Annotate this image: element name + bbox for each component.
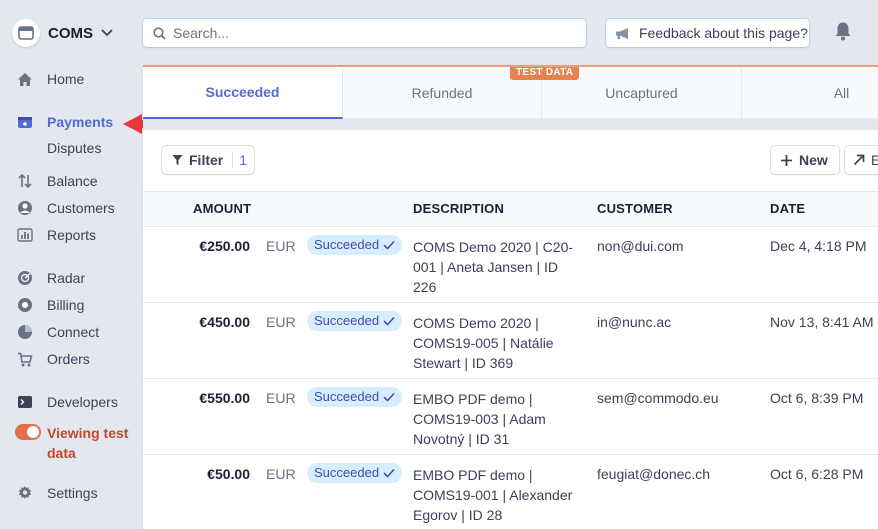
sidebar-item-home[interactable]: Home — [17, 71, 84, 87]
test-data-badge: TEST DATA — [510, 67, 580, 80]
column-customer[interactable]: CUSTOMER — [597, 192, 673, 226]
terminal-icon — [17, 394, 33, 410]
column-date[interactable]: DATE — [770, 192, 805, 226]
customer-cell: in@nunc.ac — [597, 314, 672, 330]
customer-cell: non@dui.com — [597, 238, 684, 254]
gear-icon — [17, 485, 33, 501]
amount-cell: €550.00 — [199, 390, 250, 406]
sidebar-item-orders[interactable]: Orders — [17, 351, 90, 367]
payments-icon — [17, 114, 33, 130]
connect-icon — [17, 324, 33, 340]
test-data-toggle[interactable]: Viewing test data — [15, 423, 142, 463]
reports-icon — [17, 227, 33, 243]
feedback-label: Feedback about this page? — [639, 25, 808, 41]
org-name: COMS — [48, 24, 93, 42]
tab-divider-band — [143, 119, 878, 130]
customer-cell: sem@commodo.eu — [597, 390, 719, 406]
amount-cell: €250.00 — [199, 238, 250, 254]
checkmark-icon — [383, 468, 395, 478]
amount-cell: €50.00 — [207, 466, 250, 482]
description-cell: EMBO PDF demo | COMS19-003 | Adam Novotn… — [413, 391, 546, 447]
filter-button[interactable]: Filter 1 — [162, 146, 254, 174]
amount-cell: €450.00 — [199, 314, 250, 330]
table-row[interactable]: €50.00 EUR Succeeded EMBO PDF demo | COM… — [143, 455, 878, 529]
sidebar-item-radar[interactable]: Radar — [17, 270, 85, 286]
search-box[interactable] — [143, 19, 586, 47]
description-cell: COMS Demo 2020 | C20-001 | Aneta Jansen … — [413, 239, 574, 295]
customer-icon — [17, 200, 33, 216]
toggle-switch[interactable] — [15, 424, 41, 440]
org-switcher[interactable]: COMS — [12, 19, 113, 47]
date-cell: Oct 6, 8:39 PM — [770, 390, 864, 406]
status-badge: Succeeded — [307, 311, 403, 331]
status-badge: Succeeded — [307, 235, 403, 255]
table-row[interactable]: €250.00 EUR Succeeded COMS Demo 2020 | C… — [143, 227, 878, 303]
sidebar-item-billing[interactable]: Billing — [17, 297, 84, 313]
date-cell: Oct 6, 6:28 PM — [770, 466, 864, 482]
sidebar-item-developers[interactable]: Developers — [17, 394, 118, 410]
sidebar-item-disputes[interactable]: Disputes — [47, 140, 101, 156]
bell-icon[interactable] — [834, 21, 852, 41]
arrow-up-right-icon — [853, 154, 865, 166]
tab-succeeded[interactable]: Succeeded — [143, 67, 343, 119]
payments-panel: Succeeded Refunded Uncaptured All TEST D… — [143, 65, 878, 529]
filter-count: 1 — [239, 152, 248, 168]
billing-icon — [17, 297, 33, 313]
balance-arrows-icon — [17, 173, 33, 189]
currency-cell: EUR — [266, 466, 296, 482]
sidebar-item-payments[interactable]: Payments — [17, 114, 113, 130]
payment-tabs: Succeeded Refunded Uncaptured All TEST D… — [143, 67, 878, 119]
filter-label: Filter — [189, 152, 224, 168]
customer-cell: feugiat@donec.ch — [597, 466, 711, 482]
sidebar-item-customers[interactable]: Customers — [17, 200, 115, 216]
feedback-button[interactable]: Feedback about this page? — [606, 19, 809, 47]
sidebar-item-reports[interactable]: Reports — [17, 227, 96, 243]
column-amount[interactable]: AMOUNT — [193, 192, 251, 226]
plus-icon — [781, 154, 792, 166]
export-button[interactable]: E — [845, 146, 878, 174]
sidebar-item-balance[interactable]: Balance — [17, 173, 98, 189]
search-input[interactable] — [173, 25, 553, 41]
test-data-label: Viewing test data — [47, 425, 129, 461]
home-icon — [17, 71, 33, 87]
chevron-down-icon — [101, 29, 113, 37]
status-badge: Succeeded — [307, 463, 403, 483]
radar-icon — [17, 270, 33, 286]
date-cell: Nov 13, 8:41 AM — [770, 314, 874, 330]
checkmark-icon — [383, 240, 395, 250]
filter-icon — [172, 155, 183, 165]
sidebar-item-connect[interactable]: Connect — [17, 324, 99, 340]
column-description[interactable]: DESCRIPTION — [413, 192, 504, 226]
status-badge: Succeeded — [307, 387, 403, 407]
search-icon — [153, 26, 166, 40]
currency-cell: EUR — [266, 390, 296, 406]
new-label: New — [799, 152, 828, 168]
checkmark-icon — [383, 392, 395, 402]
currency-cell: EUR — [266, 238, 296, 254]
export-label: E — [871, 152, 878, 168]
date-cell: Dec 4, 4:18 PM — [770, 238, 867, 254]
table-header: AMOUNT DESCRIPTION CUSTOMER DATE — [143, 191, 878, 227]
table-row[interactable]: €550.00 EUR Succeeded EMBO PDF demo | CO… — [143, 379, 878, 455]
sidebar-item-settings[interactable]: Settings — [17, 485, 98, 501]
table-row[interactable]: €450.00 EUR Succeeded COMS Demo 2020 | C… — [143, 303, 878, 379]
megaphone-icon — [616, 27, 628, 39]
description-cell: EMBO PDF demo | COMS19-001 | Alexander E… — [413, 467, 573, 523]
checkmark-icon — [383, 316, 395, 326]
tab-all[interactable]: All — [742, 67, 878, 119]
cart-icon — [17, 351, 33, 367]
description-cell: COMS Demo 2020 | COMS19-005 | Natálie St… — [413, 315, 554, 371]
store-icon — [12, 19, 40, 47]
filter-divider — [232, 152, 234, 168]
new-payment-button[interactable]: New — [771, 146, 839, 174]
currency-cell: EUR — [266, 314, 296, 330]
